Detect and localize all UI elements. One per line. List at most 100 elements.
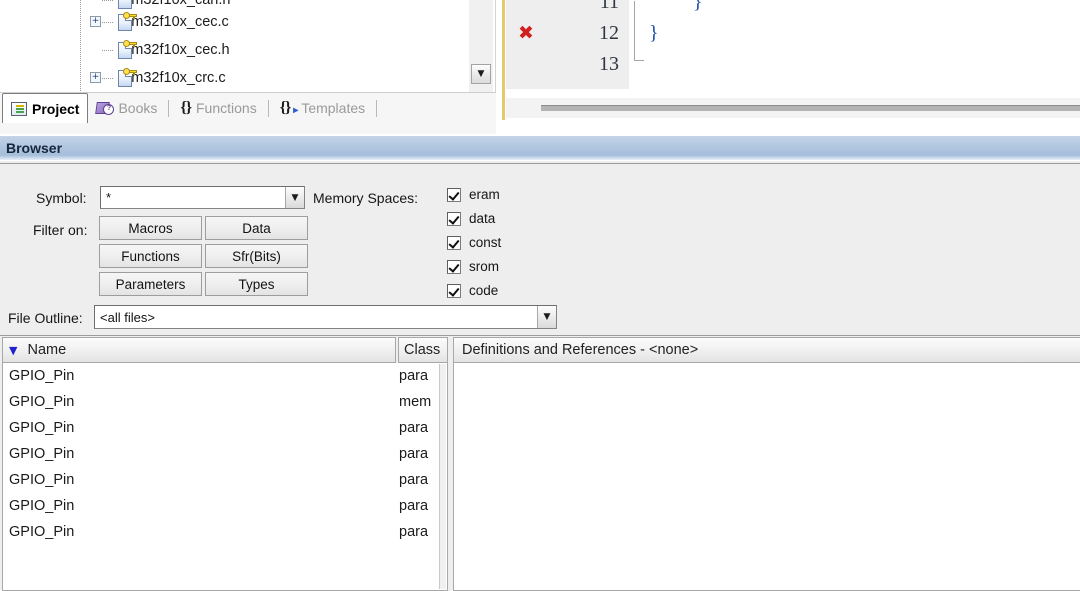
c-source-file-icon <box>116 67 138 89</box>
code-line[interactable]: ✖ 12 } <box>497 18 1080 49</box>
memory-space-srom[interactable]: srom <box>447 259 499 274</box>
cell-name: GPIO_Pin <box>9 524 75 540</box>
tab-functions[interactable]: {} Functions <box>172 94 264 122</box>
cell-name: GPIO_Pin <box>9 394 75 410</box>
chevron-down-icon[interactable]: ▼ <box>285 187 304 208</box>
tree-connector <box>102 78 114 79</box>
cell-class: para <box>399 524 429 540</box>
tab-books[interactable]: Books <box>88 94 165 122</box>
c-header-file-icon <box>116 39 138 61</box>
tree-item[interactable]: stm32f10x_cec.h <box>0 36 495 64</box>
symbol-combobox[interactable]: * ▼ <box>100 186 305 209</box>
memory-space-data[interactable]: data <box>447 211 495 226</box>
memory-spaces-label: Memory Spaces: <box>313 190 419 206</box>
tab-templates[interactable]: {} Templates <box>272 94 373 122</box>
tree-expander-plus-icon[interactable]: + <box>90 72 101 83</box>
line-number: 13 <box>599 53 619 75</box>
definitions-content-area[interactable] <box>453 363 1080 591</box>
checkbox-code[interactable] <box>447 283 461 298</box>
books-icon <box>96 101 115 116</box>
memory-space-const[interactable]: const <box>447 235 501 250</box>
file-outline-combobox[interactable]: <all files> ▼ <box>94 305 557 329</box>
chevron-down-icon[interactable]: ▼ <box>537 306 556 328</box>
editor-horizontal-scrollbar[interactable] <box>506 98 1080 118</box>
fold-bracket-end-icon[interactable] <box>634 49 644 61</box>
table-row[interactable]: GPIO_Pin para <box>3 441 447 467</box>
results-splitter[interactable] <box>448 337 452 591</box>
code-line[interactable]: 11 } <box>497 0 1080 19</box>
checkbox-const[interactable] <box>447 235 461 250</box>
scrollbar-thumb[interactable] <box>541 105 1080 111</box>
memory-space-label: data <box>469 211 496 226</box>
tree-connector <box>102 22 114 23</box>
table-row[interactable]: GPIO_Pin para <box>3 493 447 519</box>
cell-name: GPIO_Pin <box>9 420 75 436</box>
code-text: } <box>649 22 659 44</box>
braces-icon: {} <box>180 99 192 116</box>
filter-on-label: Filter on: <box>33 222 88 238</box>
checkbox-data[interactable] <box>447 211 461 226</box>
symbol-label: Symbol: <box>36 190 87 206</box>
browser-results-area: ▼ Name Class GPIO_Pin para GPIO_Pin mem … <box>0 337 1080 591</box>
checkbox-eram[interactable] <box>447 187 461 202</box>
cell-name: GPIO_Pin <box>9 472 75 488</box>
tab-project[interactable]: Project <box>2 93 89 123</box>
memory-space-label: code <box>469 283 499 298</box>
cell-class: para <box>399 368 429 384</box>
checkbox-srom[interactable] <box>447 259 461 274</box>
filter-button-functions[interactable]: Functions <box>99 244 202 268</box>
project-tree-scrollbar[interactable]: ▼ <box>469 0 493 92</box>
cell-name: GPIO_Pin <box>9 368 75 384</box>
column-header-class[interactable]: Class <box>398 337 448 363</box>
browser-title-label: Browser <box>6 140 63 156</box>
filter-button-parameters[interactable]: Parameters <box>99 272 202 296</box>
table-row[interactable]: GPIO_Pin para <box>3 363 447 389</box>
line-number: 12 <box>599 22 619 44</box>
code-line[interactable]: 13 <box>497 49 1080 80</box>
filter-button-types[interactable]: Types <box>205 272 308 296</box>
cell-class: para <box>399 420 429 436</box>
error-marker-icon[interactable]: ✖ <box>517 18 535 49</box>
project-tree-panel[interactable]: stm32f10x_can.h + stm32f10x_cec.c stm32f… <box>0 0 496 92</box>
definitions-references-pane: Definitions and References - <none> <box>453 337 1080 591</box>
cell-name: GPIO_Pin <box>9 498 75 514</box>
panel-tab-strip: Project Books {} Functions {} Templates <box>0 92 496 134</box>
fold-bracket-icon[interactable] <box>634 1 644 19</box>
sort-descending-arrow-icon[interactable]: ▼ <box>9 344 17 357</box>
braces-arrow-icon: {} <box>280 99 297 117</box>
symbol-list-vertical-scrollbar[interactable] <box>439 364 446 589</box>
table-row[interactable]: GPIO_Pin mem <box>3 389 447 415</box>
code-text: } <box>693 0 703 13</box>
tree-item[interactable]: + stm32f10x_crc.c <box>0 64 495 92</box>
cell-class: para <box>399 498 429 514</box>
filter-button-macros[interactable]: Macros <box>99 216 202 240</box>
tree-expander-plus-icon[interactable]: + <box>90 16 101 27</box>
file-outline-value[interactable]: <all files> <box>95 310 537 325</box>
table-row[interactable]: GPIO_Pin para <box>3 415 447 441</box>
definitions-header-label: Definitions and References - <none> <box>453 337 1080 363</box>
fold-bracket-icon[interactable] <box>634 18 644 49</box>
tab-label: Functions <box>196 100 257 116</box>
code-editor-panel[interactable]: 11 } ✖ 12 } 13 <box>497 0 1080 134</box>
tree-item[interactable]: + stm32f10x_cec.c <box>0 8 495 36</box>
file-outline-label: File Outline: <box>8 310 83 326</box>
tab-separator <box>376 99 378 117</box>
column-header-name[interactable]: ▼ Name <box>2 337 396 363</box>
tab-separator <box>267 99 269 117</box>
filter-button-sfr-bits[interactable]: Sfr(Bits) <box>205 244 308 268</box>
memory-space-label: eram <box>469 187 500 202</box>
table-row[interactable]: GPIO_Pin para <box>3 519 447 545</box>
symbol-results-list[interactable]: ▼ Name Class GPIO_Pin para GPIO_Pin mem … <box>2 337 448 591</box>
symbol-input-value[interactable]: * <box>101 190 285 205</box>
tab-label: Project <box>32 100 80 117</box>
filter-button-data[interactable]: Data <box>205 216 308 240</box>
tree-connector <box>102 0 114 1</box>
cell-name: GPIO_Pin <box>9 446 75 462</box>
table-row[interactable]: GPIO_Pin para <box>3 467 447 493</box>
scroll-down-arrow-icon[interactable]: ▼ <box>471 64 491 84</box>
memory-space-code[interactable]: code <box>447 283 498 298</box>
memory-space-eram[interactable]: eram <box>447 187 500 202</box>
browser-panel-title-bar: Browser <box>0 136 1080 160</box>
symbol-rows-container[interactable]: GPIO_Pin para GPIO_Pin mem GPIO_Pin para… <box>2 363 448 591</box>
browser-filter-toolbar: Symbol: * ▼ Filter on: Macros Data Funct… <box>0 163 1080 336</box>
